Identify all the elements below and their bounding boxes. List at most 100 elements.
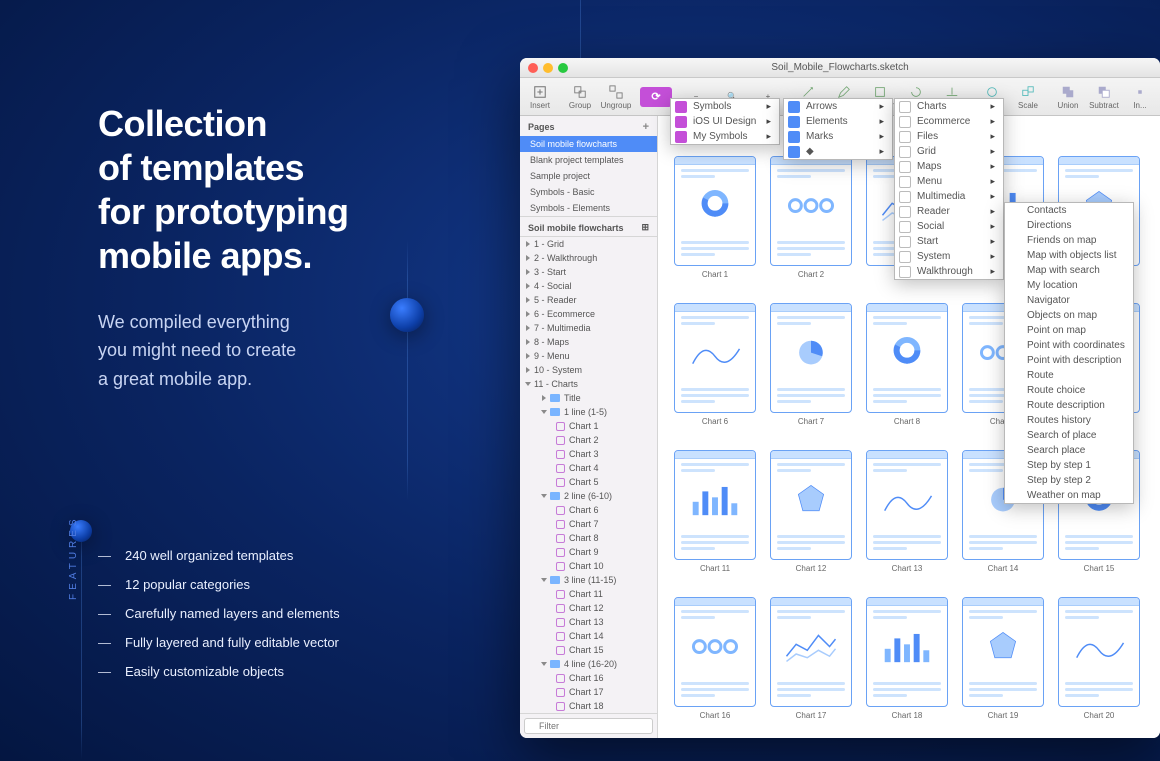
menu-item[interactable]: Map with objects list: [1005, 248, 1133, 263]
menu-item[interactable]: Objects on map: [1005, 308, 1133, 323]
menu-item[interactable]: My location: [1005, 278, 1133, 293]
layer-artboard[interactable]: Chart 17: [520, 685, 657, 699]
subtract-button[interactable]: Subtract: [1088, 80, 1120, 114]
symbols-submenu-1[interactable]: Arrows▸Elements▸Marks▸◆▸: [783, 98, 893, 160]
fullscreen-icon[interactable]: [558, 63, 568, 73]
symbols-submenu-2[interactable]: Charts▸Ecommerce▸Files▸Grid▸Maps▸Menu▸Mu…: [894, 98, 1004, 280]
layer-group[interactable]: 2 - Walkthrough: [520, 251, 657, 265]
layer-group[interactable]: 7 - Multimedia: [520, 321, 657, 335]
layer-artboard[interactable]: Chart 18: [520, 699, 657, 713]
layer-group[interactable]: 3 - Start: [520, 265, 657, 279]
menu-item[interactable]: Start▸: [895, 234, 1003, 249]
insert-button[interactable]: Insert: [524, 80, 556, 114]
layer-group[interactable]: 6 - Ecommerce: [520, 307, 657, 321]
menu-item[interactable]: Symbols▸: [671, 99, 779, 114]
add-page-icon[interactable]: +: [643, 121, 649, 133]
menu-item[interactable]: Files▸: [895, 129, 1003, 144]
canvas-artboard[interactable]: Chart 7: [770, 303, 852, 426]
group-button[interactable]: Group: [564, 80, 596, 114]
canvas-artboard[interactable]: Chart 18: [866, 597, 948, 720]
menu-item[interactable]: iOS UI Design▸: [671, 114, 779, 129]
layer-group[interactable]: 5 - Reader: [520, 293, 657, 307]
menu-item[interactable]: Step by step 1: [1005, 458, 1133, 473]
symbols-submenu-3[interactable]: ContactsDirectionsFriends on mapMap with…: [1004, 202, 1134, 504]
menu-item[interactable]: Weather on map: [1005, 488, 1133, 503]
menu-item[interactable]: Route description: [1005, 398, 1133, 413]
intersect-button[interactable]: In...: [1124, 80, 1156, 114]
ungroup-button[interactable]: Ungroup: [600, 80, 632, 114]
layer-artboard[interactable]: Chart 12: [520, 601, 657, 615]
page-item[interactable]: Soil mobile flowcharts: [520, 136, 657, 152]
canvas-artboard[interactable]: Chart 19: [962, 597, 1044, 720]
layer-artboard[interactable]: Chart 9: [520, 545, 657, 559]
layer-group[interactable]: 4 - Social: [520, 279, 657, 293]
menu-item[interactable]: Menu▸: [895, 174, 1003, 189]
union-button[interactable]: Union: [1052, 80, 1084, 114]
canvas-artboard[interactable]: Chart 16: [674, 597, 756, 720]
layer-artboard[interactable]: Chart 10: [520, 559, 657, 573]
layer-artboard[interactable]: Chart 11: [520, 587, 657, 601]
canvas-artboard[interactable]: Chart 13: [866, 450, 948, 573]
layer-group[interactable]: 10 - System: [520, 363, 657, 377]
layer-artboard[interactable]: Chart 13: [520, 615, 657, 629]
page-item[interactable]: Sample project: [520, 168, 657, 184]
menu-item[interactable]: Reader▸: [895, 204, 1003, 219]
menu-item[interactable]: My Symbols▸: [671, 129, 779, 144]
layer-artboard[interactable]: Chart 7: [520, 517, 657, 531]
menu-item[interactable]: Grid▸: [895, 144, 1003, 159]
menu-item[interactable]: Multimedia▸: [895, 189, 1003, 204]
canvas-artboard[interactable]: Chart 20: [1058, 597, 1140, 720]
page-item[interactable]: Symbols - Basic: [520, 184, 657, 200]
scale-button[interactable]: Scale: [1012, 80, 1044, 114]
layer-artboard[interactable]: Chart 6: [520, 503, 657, 517]
layer-folder[interactable]: 1 line (1-5): [520, 405, 657, 419]
layer-group[interactable]: 8 - Maps: [520, 335, 657, 349]
menu-item[interactable]: Elements▸: [784, 114, 892, 129]
canvas-artboard[interactable]: Chart 11: [674, 450, 756, 573]
close-icon[interactable]: [528, 63, 538, 73]
layer-folder[interactable]: 2 line (6-10): [520, 489, 657, 503]
canvas-artboard[interactable]: Chart 12: [770, 450, 852, 573]
menu-item[interactable]: Point with description: [1005, 353, 1133, 368]
menu-item[interactable]: Contacts: [1005, 203, 1133, 218]
menu-item[interactable]: Marks▸: [784, 129, 892, 144]
symbols-menu[interactable]: Symbols▸iOS UI Design▸My Symbols▸: [670, 98, 780, 145]
menu-item[interactable]: Directions: [1005, 218, 1133, 233]
menu-item[interactable]: Point with coordinates: [1005, 338, 1133, 353]
menu-item[interactable]: Search of place: [1005, 428, 1133, 443]
layer-artboard[interactable]: Chart 16: [520, 671, 657, 685]
canvas-artboard[interactable]: Chart 17: [770, 597, 852, 720]
canvas-artboard[interactable]: Chart 1: [674, 156, 756, 279]
grid-icon[interactable]: ⊞: [641, 222, 649, 233]
menu-item[interactable]: Social▸: [895, 219, 1003, 234]
canvas-artboard[interactable]: Chart 6: [674, 303, 756, 426]
menu-item[interactable]: Charts▸: [895, 99, 1003, 114]
layer-artboard[interactable]: Chart 4: [520, 461, 657, 475]
layer-folder[interactable]: 3 line (11-15): [520, 573, 657, 587]
layer-artboard[interactable]: Chart 14: [520, 629, 657, 643]
menu-item[interactable]: Arrows▸: [784, 99, 892, 114]
menu-item[interactable]: Point on map: [1005, 323, 1133, 338]
menu-item[interactable]: Ecommerce▸: [895, 114, 1003, 129]
menu-item[interactable]: Walkthrough▸: [895, 264, 1003, 279]
minimize-icon[interactable]: [543, 63, 553, 73]
layer-artboard[interactable]: Chart 8: [520, 531, 657, 545]
menu-item[interactable]: System▸: [895, 249, 1003, 264]
filter-input[interactable]: [524, 718, 653, 734]
canvas-artboard[interactable]: Chart 2: [770, 156, 852, 279]
menu-item[interactable]: ◆▸: [784, 144, 892, 159]
menu-item[interactable]: Map with search: [1005, 263, 1133, 278]
menu-item[interactable]: Routes history: [1005, 413, 1133, 428]
menu-item[interactable]: Maps▸: [895, 159, 1003, 174]
menu-item[interactable]: Search place: [1005, 443, 1133, 458]
layer-group[interactable]: 11 - Charts: [520, 377, 657, 391]
symbol-button[interactable]: ⟳: [640, 87, 672, 107]
page-item[interactable]: Symbols - Elements: [520, 200, 657, 216]
layer-artboard[interactable]: Chart 5: [520, 475, 657, 489]
menu-item[interactable]: Route: [1005, 368, 1133, 383]
layer-artboard[interactable]: Chart 2: [520, 433, 657, 447]
page-item[interactable]: Blank project templates: [520, 152, 657, 168]
menu-item[interactable]: Route choice: [1005, 383, 1133, 398]
layer-folder[interactable]: Title: [520, 391, 657, 405]
layer-folder[interactable]: 4 line (16-20): [520, 657, 657, 671]
